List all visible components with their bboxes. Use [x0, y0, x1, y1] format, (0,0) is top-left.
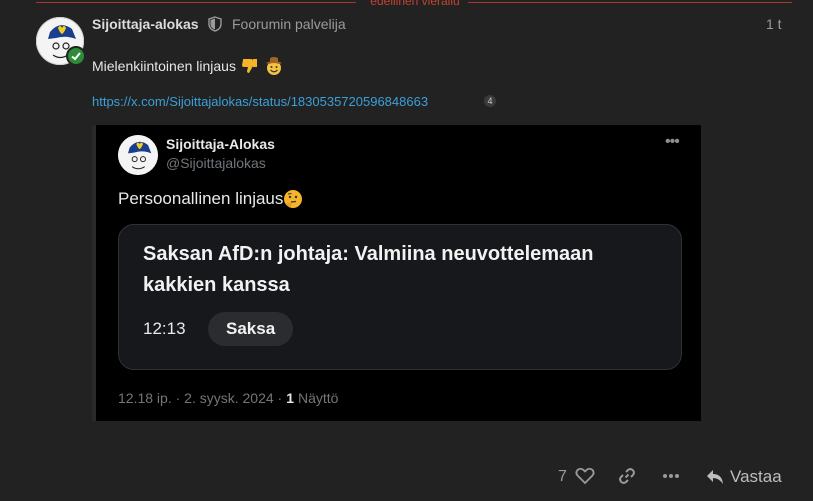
last-visit-label: edellinen vierailu: [370, 0, 460, 8]
moderator-shield-icon: [208, 16, 222, 32]
verified-check-icon: [66, 46, 86, 66]
news-tag[interactable]: Saksa: [208, 312, 294, 346]
share-link-icon[interactable]: [616, 465, 638, 487]
like-heart-icon[interactable]: [574, 465, 596, 487]
reply-label: Vastaa: [730, 467, 782, 486]
post-date[interactable]: 1 t: [766, 16, 782, 32]
like-count[interactable]: 7: [558, 468, 567, 486]
news-time: 12:13: [143, 319, 186, 338]
tweet-timestamp[interactable]: 12.18 ip. · 2. syysk. 2024 ·: [118, 390, 282, 406]
link-click-count: 4: [484, 95, 496, 107]
reply-arrow-icon: [707, 470, 723, 484]
news-headline: Saksan AfD:n johtaja: Valmiina neuvottel…: [143, 243, 594, 296]
tweet-handle[interactable]: @Sijoittajalokas: [166, 155, 266, 171]
cowboy-face-icon: [265, 57, 282, 75]
tweet-text: Persoonallinen linjaus: [118, 189, 284, 208]
reply-button[interactable]: Vastaa: [706, 465, 782, 489]
tweet-link[interactable]: https://x.com/Sijoittajalokas/status/183…: [92, 94, 428, 109]
more-actions-icon[interactable]: [660, 465, 682, 487]
tweet-footer: 12.18 ip. · 2. syysk. 2024 · 1 Näyttö: [118, 390, 338, 406]
post-controls: 7 Vastaa: [0, 462, 813, 494]
post-username[interactable]: Sijoittaja-alokas: [92, 16, 199, 32]
user-title: Foorumin palvelija: [232, 16, 346, 32]
tweet-text-row: Persoonallinen linjaus: [118, 189, 303, 209]
tweet-views-label: Näyttö: [298, 390, 339, 406]
more-options-icon[interactable]: •••: [665, 133, 680, 151]
post-body: Mielenkiintoinen linjaus: [92, 56, 284, 76]
tweet-avatar[interactable]: [118, 135, 158, 175]
tweet-avatar-image: [118, 135, 158, 175]
tweet-embed[interactable]: Sijoittaja-Alokas @Sijoittajalokas ••• P…: [92, 125, 701, 421]
post-text: Mielenkiintoinen linjaus: [92, 58, 236, 74]
tweet-display-name[interactable]: Sijoittaja-Alokas: [166, 136, 275, 152]
thinking-face-icon: [284, 190, 303, 208]
news-card[interactable]: Saksan AfD:n johtaja: Valmiina neuvottel…: [118, 224, 682, 370]
tweet-views-count: 1: [286, 390, 294, 406]
thumbs-down-icon: [241, 59, 257, 73]
